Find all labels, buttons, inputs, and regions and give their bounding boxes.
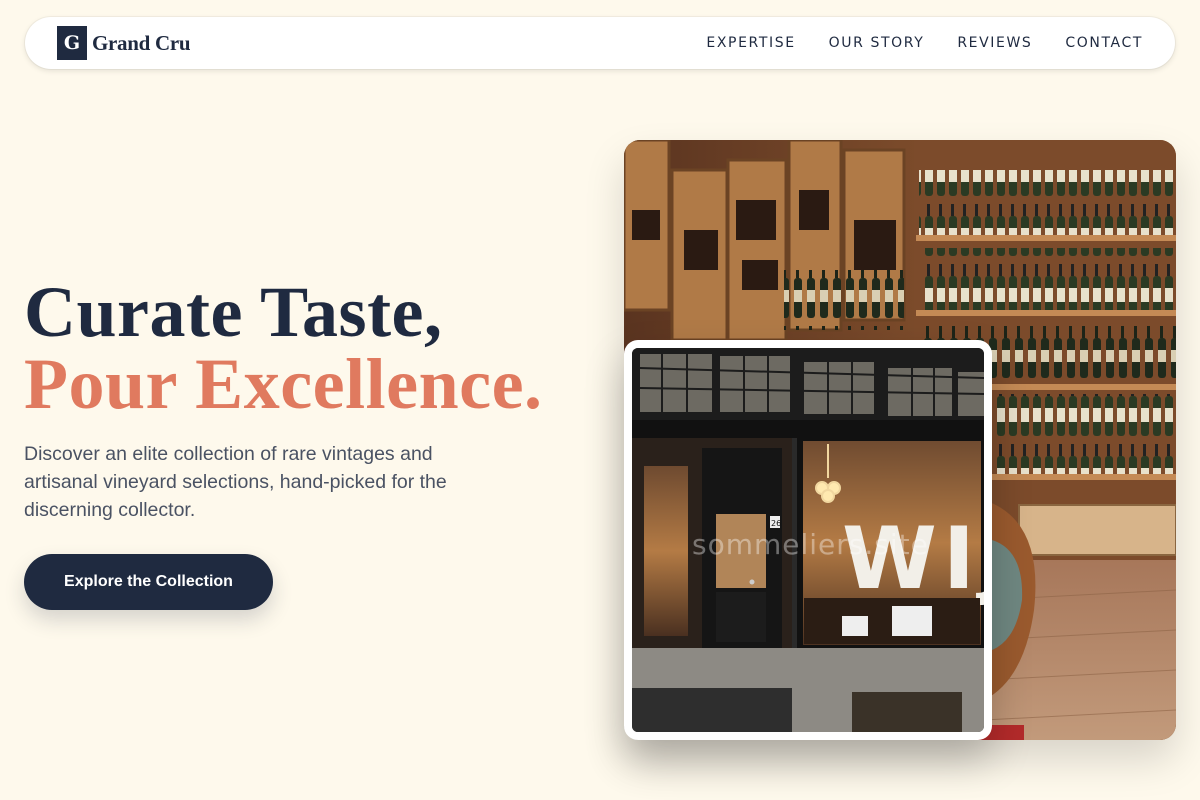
brand-logo[interactable]: G Grand Cru	[57, 26, 191, 60]
image-watermark: sommeliers.site	[692, 528, 929, 561]
brand-name: Grand Cru	[92, 30, 191, 55]
logo-mark-icon: G	[57, 26, 87, 60]
nav-link-contact[interactable]: CONTACT	[1065, 35, 1143, 51]
top-navigation: G Grand Cru EXPERTISE OUR STORY REVIEWS …	[25, 17, 1175, 69]
nav-link-expertise[interactable]: EXPERTISE	[706, 35, 795, 51]
nav-link-reviews[interactable]: REVIEWS	[957, 35, 1032, 51]
hero-title-line-2: Pour Excellence.	[24, 344, 543, 424]
hero-title: Curate Taste, Pour Excellence.	[24, 276, 543, 420]
hero-title-line-1: Curate Taste,	[24, 272, 443, 352]
nav-links: EXPERTISE OUR STORY REVIEWS CONTACT	[706, 35, 1143, 51]
explore-collection-button[interactable]: Explore the Collection	[24, 554, 273, 610]
nav-link-our-story[interactable]: OUR STORY	[829, 35, 925, 51]
hero-description: Discover an elite collection of rare vin…	[24, 443, 447, 521]
house-number: 26	[771, 519, 781, 528]
